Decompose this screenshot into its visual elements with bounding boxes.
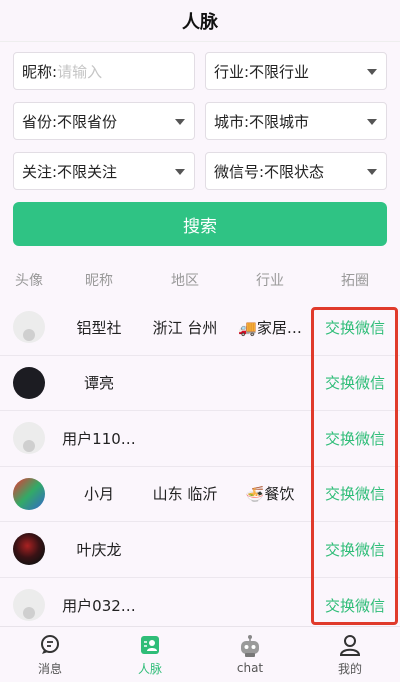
wechat-select-value: 微信号:不限状态	[214, 162, 325, 181]
row-industry: 🚚家居…	[238, 318, 302, 337]
bottom-tab-bar: 消息 人脉 chat 我的	[0, 626, 400, 682]
wechat-status-select[interactable]: 微信号:不限状态	[205, 152, 387, 190]
row-nickname: 铝型社	[76, 318, 122, 337]
contacts-icon	[139, 633, 161, 657]
tab-profile[interactable]: 我的	[300, 627, 400, 682]
nickname-label: 昵称:	[22, 62, 58, 81]
tab-label: 我的	[337, 661, 362, 676]
header-region: 地区	[171, 273, 199, 289]
filter-panel: 昵称: 请输入 行业:不限行业 省份:不限省份 城市:不限城市 关注:不限关注 …	[0, 42, 400, 246]
table-header: 头像 昵称 地区 行业 拓圈	[0, 260, 400, 300]
row-nickname: 用户110…	[62, 429, 136, 448]
row-region: 山东 临沂	[152, 485, 218, 504]
table-row[interactable]: 铝型社 浙江 台州 🚚家居… 交换微信	[0, 300, 400, 356]
nickname-placeholder: 请输入	[57, 62, 103, 81]
row-industry: 🍜餐饮	[245, 485, 295, 504]
exchange-wechat-button[interactable]: 交换微信	[310, 317, 400, 338]
row-nickname: 小月	[83, 485, 114, 504]
row-nickname: 谭亮	[83, 374, 114, 393]
exchange-wechat-button[interactable]: 交换微信	[310, 428, 400, 449]
photo-avatar[interactable]	[13, 366, 45, 399]
table-row[interactable]: 谭亮 交换微信	[0, 356, 400, 411]
tab-messages[interactable]: 消息	[0, 627, 100, 682]
robot-icon	[237, 634, 263, 658]
tab-label: chat	[236, 661, 264, 675]
default-avatar[interactable]	[13, 422, 45, 455]
province-select-value: 省份:不限省份	[22, 112, 118, 131]
follow-select[interactable]: 关注:不限关注	[13, 152, 195, 190]
default-avatar[interactable]	[13, 589, 45, 622]
dropdown-arrow-icon	[367, 69, 377, 75]
default-avatar[interactable]	[13, 311, 45, 344]
tab-chat[interactable]: chat	[200, 627, 300, 682]
tab-label: 消息	[37, 661, 62, 676]
header-industry: 行业	[256, 273, 284, 289]
city-select-value: 城市:不限城市	[214, 112, 310, 131]
industry-select-value: 行业:不限行业	[214, 62, 310, 81]
contact-list: 铝型社 浙江 台州 🚚家居… 交换微信 谭亮 交换微信 用户110… 交换微信 …	[0, 300, 400, 633]
user-icon	[339, 633, 361, 657]
table-row[interactable]: 小月 山东 临沂 🍜餐饮 交换微信	[0, 467, 400, 522]
follow-select-value: 关注:不限关注	[22, 162, 118, 181]
dropdown-arrow-icon	[175, 169, 185, 175]
top-bar: 人脉	[0, 0, 400, 42]
tab-label: 人脉	[137, 661, 162, 676]
exchange-wechat-button[interactable]: 交换微信	[310, 372, 400, 393]
header-expand: 拓圈	[341, 273, 369, 289]
nickname-input[interactable]: 昵称: 请输入	[13, 52, 195, 90]
row-nickname: 用户032…	[62, 596, 136, 615]
table-row[interactable]: 叶庆龙 交换微信	[0, 522, 400, 578]
exchange-wechat-button[interactable]: 交换微信	[310, 483, 400, 504]
exchange-wechat-button[interactable]: 交换微信	[310, 595, 400, 616]
industry-select[interactable]: 行业:不限行业	[205, 52, 387, 90]
dropdown-arrow-icon	[367, 119, 377, 125]
row-region: 浙江 台州	[152, 318, 218, 337]
tab-contacts[interactable]: 人脉	[100, 627, 200, 682]
table-row[interactable]: 用户032… 交换微信	[0, 578, 400, 634]
province-select[interactable]: 省份:不限省份	[13, 102, 195, 140]
photo-avatar[interactable]	[13, 533, 45, 566]
header-nickname: 昵称	[85, 273, 113, 289]
row-nickname: 叶庆龙	[76, 540, 122, 559]
page-title: 人脉	[182, 11, 218, 33]
dropdown-arrow-icon	[175, 119, 185, 125]
search-button[interactable]: 搜索	[13, 202, 387, 246]
dropdown-arrow-icon	[367, 169, 377, 175]
exchange-wechat-button[interactable]: 交换微信	[310, 539, 400, 560]
table-row[interactable]: 用户110… 交换微信	[0, 411, 400, 467]
header-avatar: 头像	[15, 273, 43, 289]
city-select[interactable]: 城市:不限城市	[205, 102, 387, 140]
chat-bubble-icon	[39, 633, 61, 657]
photo-avatar[interactable]	[13, 477, 45, 510]
